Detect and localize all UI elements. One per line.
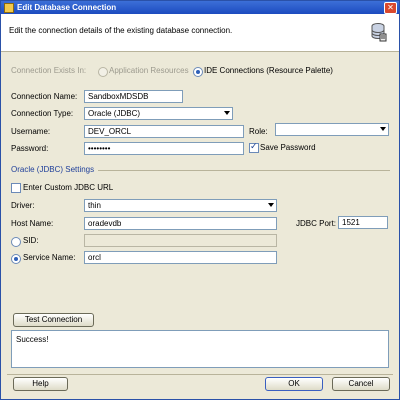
test-connection-button[interactable]: Test Connection — [13, 313, 94, 327]
status-output: Success! — [11, 330, 389, 368]
section-divider — [98, 170, 390, 171]
footer-divider — [7, 374, 393, 375]
chevron-down-icon — [380, 127, 386, 131]
driver-label: Driver: — [11, 201, 35, 210]
save-password-label: Save Password — [260, 143, 316, 152]
username-label: Username: — [11, 127, 51, 136]
help-button[interactable]: Help — [13, 377, 68, 391]
role-label: Role: — [249, 127, 268, 136]
jdbc-port-input[interactable]: 1521 — [338, 216, 388, 229]
connection-name-input[interactable]: SandboxMDSDB — [84, 90, 183, 103]
connection-type-value: Oracle (JDBC) — [88, 109, 141, 118]
connection-type-select[interactable]: Oracle (JDBC) — [84, 107, 233, 120]
status-text: Success! — [16, 335, 49, 344]
radio-service-name[interactable] — [11, 254, 21, 264]
radio-sid[interactable] — [11, 237, 21, 247]
password-input[interactable]: •••••••• — [84, 142, 244, 155]
password-label: Password: — [11, 144, 49, 153]
database-icon — [371, 23, 387, 42]
ide-connections-label: IDE Connections (Resource Palette) — [204, 66, 333, 75]
application-resources-label: Application Resources — [109, 66, 189, 75]
edit-db-connection-dialog: Edit Database Connection ✕ Edit the conn… — [0, 0, 400, 400]
oracle-settings-heading: Oracle (JDBC) Settings — [11, 165, 95, 174]
window-title: Edit Database Connection — [17, 3, 117, 12]
service-name-label: Service Name: — [23, 253, 76, 262]
dialog-header: Edit the connection details of the exist… — [1, 14, 399, 52]
connection-exists-in-label: Connection Exists In: — [11, 66, 87, 75]
chevron-down-icon — [224, 111, 230, 115]
ok-button[interactable]: OK — [265, 377, 323, 391]
save-password-checkbox[interactable] — [249, 141, 259, 153]
username-input[interactable]: DEV_ORCL — [84, 125, 244, 138]
jdbc-port-label: JDBC Port: — [296, 219, 337, 228]
cancel-button[interactable]: Cancel — [332, 377, 390, 391]
connection-type-label: Connection Type: — [11, 109, 74, 118]
radio-ide-connections[interactable] — [193, 67, 203, 77]
custom-jdbc-url-label: Enter Custom JDBC URL — [23, 183, 114, 192]
connection-name-label: Connection Name: — [11, 92, 78, 101]
driver-select[interactable]: thin — [84, 199, 277, 212]
title-bar[interactable]: Edit Database Connection ✕ — [1, 1, 399, 14]
service-name-input[interactable]: orcl — [84, 251, 277, 264]
host-name-label: Host Name: — [11, 219, 54, 228]
role-select[interactable] — [275, 123, 389, 136]
chevron-down-icon — [268, 203, 274, 207]
app-icon — [4, 3, 14, 13]
sid-input[interactable] — [84, 234, 277, 247]
radio-application-resources — [98, 67, 108, 77]
header-description: Edit the connection details of the exist… — [9, 26, 233, 35]
close-icon[interactable]: ✕ — [384, 2, 397, 14]
sid-label: SID: — [23, 236, 39, 245]
driver-value: thin — [88, 201, 101, 210]
custom-jdbc-url-checkbox[interactable] — [11, 183, 21, 193]
host-name-input[interactable]: oradevdb — [84, 217, 277, 230]
